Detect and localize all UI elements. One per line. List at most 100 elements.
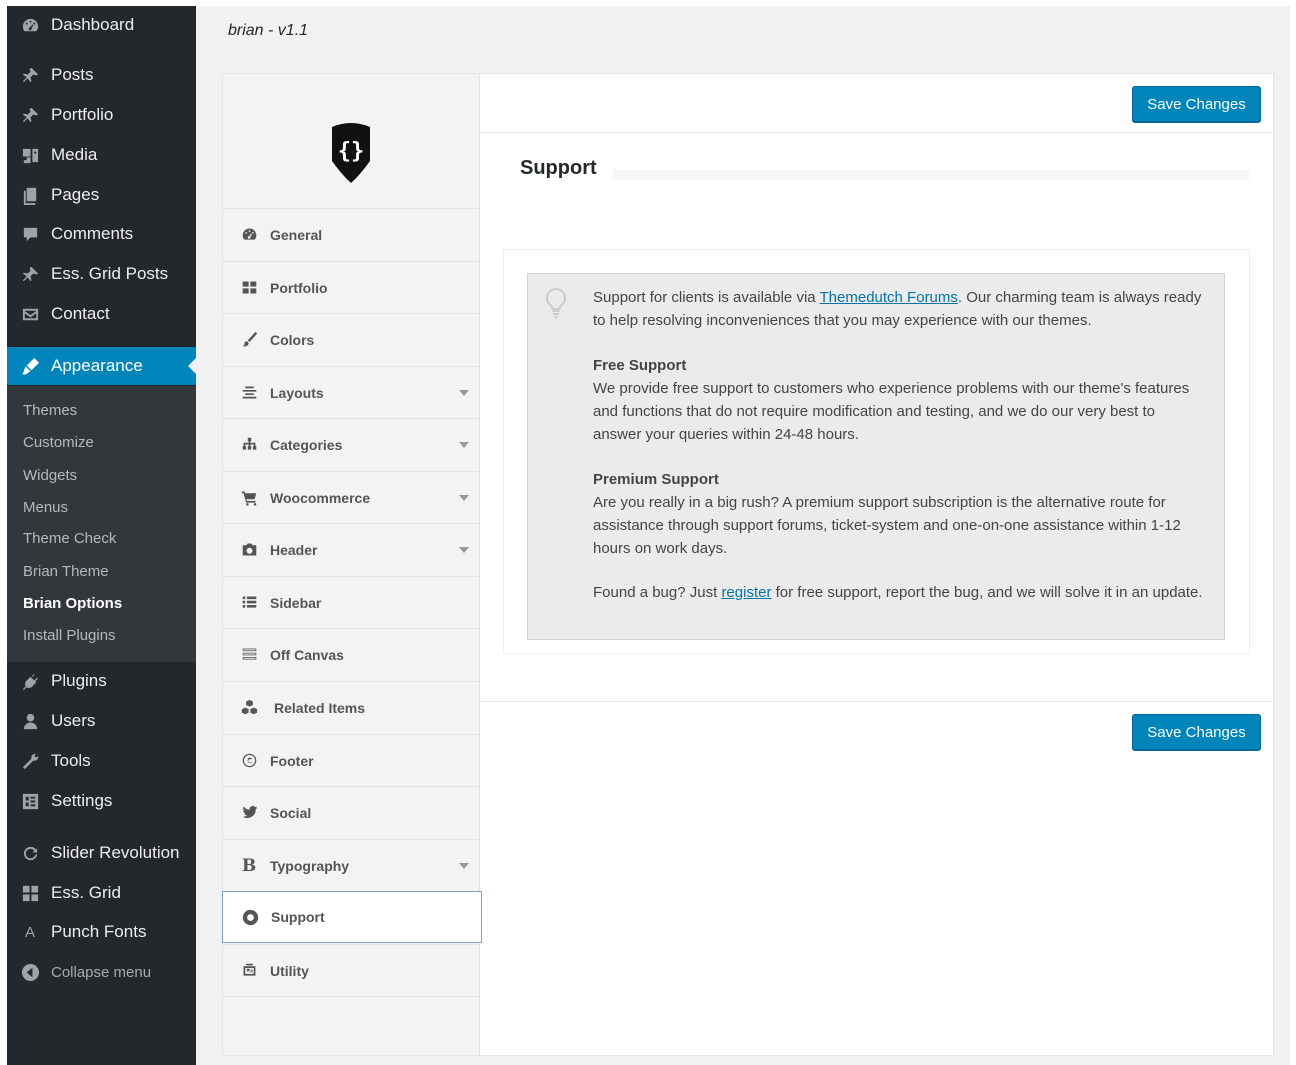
support-section: Support for clients is available via The… (503, 249, 1250, 654)
nav-sidebar[interactable]: Sidebar (223, 576, 480, 628)
media-icon (19, 144, 41, 166)
menu-item-posts[interactable]: Posts (7, 56, 196, 94)
menu-item-label: Plugins (51, 671, 107, 690)
menu-item-tools[interactable]: Tools (7, 742, 196, 780)
submenu-item-install-plugins[interactable]: Install Plugins (23, 624, 116, 648)
cart-icon (240, 489, 258, 507)
options-sidebar: {} General Portfolio Colors Layouts Cate… (222, 74, 482, 1055)
chevron-down-icon[interactable] (459, 442, 469, 448)
nav-off-canvas[interactable]: Off Canvas (223, 628, 480, 680)
admin-menu: Dashboard Posts Portfolio Media Pages Co… (7, 6, 196, 1065)
nav-portfolio[interactable]: Portfolio (223, 261, 480, 313)
free-support-block: Free Support We provide free support to … (593, 354, 1203, 446)
menu-item-label: Settings (51, 791, 113, 810)
menu-item-label: Tools (51, 751, 91, 770)
user-icon (19, 710, 41, 732)
nav-woocommerce[interactable]: Woocommerce (223, 471, 480, 523)
submenu-item-widgets[interactable]: Widgets (23, 464, 77, 488)
bottom-action-bar: Save Changes (480, 701, 1273, 760)
menu-item-ess-grid-posts[interactable]: Ess. Grid Posts (7, 255, 196, 293)
pin-icon (19, 263, 41, 285)
save-changes-button-bottom[interactable]: Save Changes (1132, 714, 1261, 750)
save-changes-button-top[interactable]: Save Changes (1132, 86, 1261, 122)
submenu-item-brian-theme[interactable]: Brian Theme (23, 560, 109, 584)
premium-support-title: Premium Support (593, 471, 719, 488)
menu-item-punch-fonts[interactable]: A Punch Fonts (7, 913, 196, 951)
themedutch-forums-link[interactable]: Themedutch Forums (820, 289, 958, 306)
menu-item-settings[interactable]: Settings (7, 782, 196, 820)
nav-related-items[interactable]: Related Items (223, 681, 480, 733)
menu-item-label: Slider Revolution (51, 843, 180, 862)
nav-label: Woocommerce (270, 489, 371, 506)
collapse-icon (19, 961, 41, 983)
collapse-menu-button[interactable]: Collapse menu (7, 953, 196, 991)
settings-icon (19, 790, 41, 812)
menu-item-dashboard[interactable]: Dashboard (7, 6, 196, 44)
support-intro: Support for clients is available via The… (593, 286, 1203, 332)
comment-icon (19, 223, 41, 245)
menu-item-contact[interactable]: Contact (7, 295, 196, 333)
nav-footer[interactable]: Footer (223, 734, 480, 786)
chevron-down-icon[interactable] (459, 390, 469, 396)
menu-item-portfolio[interactable]: Portfolio (7, 96, 196, 134)
appearance-submenu: Themes Customize Widgets Menus Theme Che… (7, 386, 196, 662)
nav-label: Support (271, 909, 325, 925)
utility-icon (240, 962, 258, 980)
menu-item-label: Portfolio (51, 105, 114, 124)
align-icon (240, 384, 258, 402)
dashboard-icon (240, 226, 258, 244)
submenu-item-customize[interactable]: Customize (23, 431, 94, 455)
nav-label: Typography (270, 857, 350, 874)
chevron-down-icon[interactable] (459, 547, 469, 553)
nav-categories[interactable]: Categories (223, 418, 480, 470)
top-action-bar: Save Changes (480, 74, 1273, 133)
nav-general[interactable]: General (223, 208, 480, 260)
menu-item-slider-revolution[interactable]: Slider Revolution (7, 834, 196, 872)
menu-item-label: Punch Fonts (51, 922, 147, 941)
submenu-item-menus[interactable]: Menus (23, 496, 68, 520)
font-icon: A (24, 923, 35, 941)
menu-item-label: Collapse menu (51, 963, 152, 981)
submenu-item-brian-options[interactable]: Brian Options (23, 592, 122, 616)
nav-layouts[interactable]: Layouts (223, 366, 480, 418)
menu-item-plugins[interactable]: Plugins (7, 662, 196, 700)
chevron-down-icon[interactable] (459, 495, 469, 501)
menu-item-label: Contact (51, 304, 110, 323)
nav-typography[interactable]: B Typography (223, 839, 480, 891)
menu-item-comments[interactable]: Comments (7, 215, 196, 253)
section-title: Support (520, 157, 597, 179)
nav-support[interactable]: Support (222, 891, 482, 943)
nav-label: Layouts (270, 384, 324, 401)
menu-item-users[interactable]: Users (7, 702, 196, 740)
nav-header[interactable]: Header (223, 523, 480, 575)
nav-label: Sidebar (270, 594, 322, 611)
grid-icon (240, 279, 258, 297)
menu-item-media[interactable]: Media (7, 136, 196, 174)
nav-colors[interactable]: Colors (223, 313, 480, 365)
twitter-icon (240, 804, 258, 822)
bug-report-text: Found a bug? Just register for free supp… (593, 581, 1203, 604)
menu-item-label: Comments (51, 224, 134, 243)
copyright-icon (240, 752, 258, 770)
list-icon (240, 594, 258, 612)
menu-item-label: Appearance (51, 356, 143, 375)
nav-utility[interactable]: Utility (223, 944, 480, 996)
nav-social[interactable]: Social (223, 786, 480, 838)
menu-item-label: Pages (51, 185, 100, 204)
cubes-icon (240, 699, 258, 717)
register-link[interactable]: register (721, 584, 771, 601)
section-divider (613, 170, 1249, 180)
premium-support-text: Are you really in a big rush? A premium … (593, 494, 1181, 557)
menu-item-label: Ess. Grid (51, 883, 121, 902)
chevron-down-icon[interactable] (459, 863, 469, 869)
svg-text:{}: {} (338, 139, 365, 164)
bug-text: Found a bug? Just (593, 584, 722, 601)
nav-label: Header (270, 541, 318, 558)
brush-icon (240, 331, 258, 349)
submenu-item-theme-check[interactable]: Theme Check (23, 527, 116, 551)
submenu-item-themes[interactable]: Themes (23, 399, 77, 423)
bug-text: for free support, report the bug, and we… (771, 584, 1203, 601)
menu-item-appearance[interactable]: Appearance (7, 347, 196, 385)
menu-item-pages[interactable]: Pages (7, 176, 196, 214)
menu-item-ess-grid[interactable]: Ess. Grid (7, 874, 196, 912)
